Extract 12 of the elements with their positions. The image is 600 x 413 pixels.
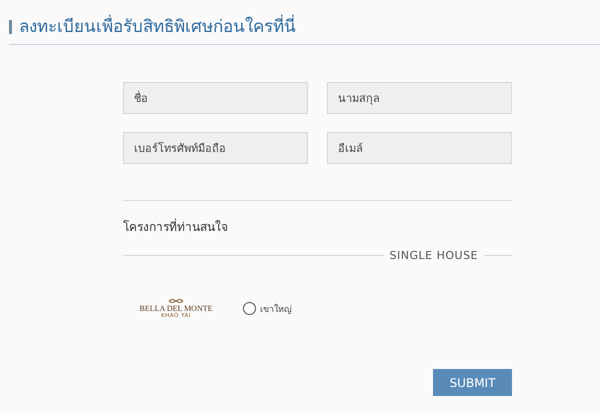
input-field[interactable]: ชื่อ (123, 82, 308, 114)
input-field[interactable]: เบอร์โทรศัพท์มือถือ (123, 132, 308, 164)
section-label: โครงการที่ท่านสนใจ (123, 218, 229, 236)
logo-text: BELLA DEL MONTE (139, 304, 213, 313)
radio-label: เขาใหญ่ (260, 302, 292, 316)
submit-button[interactable]: SUBMIT (433, 369, 512, 396)
input-field[interactable]: อีเมล์ (327, 132, 512, 164)
input-field[interactable]: นามสกุล (327, 82, 512, 114)
category-heading: SINGLE HOUSE (388, 249, 479, 262)
radio-button[interactable] (243, 302, 256, 315)
page-title: ลงทะเบียนเพื่อรับสิทธิพิเศษก่อนใครที่นี่ (19, 16, 296, 38)
ornament-icon (168, 298, 184, 304)
